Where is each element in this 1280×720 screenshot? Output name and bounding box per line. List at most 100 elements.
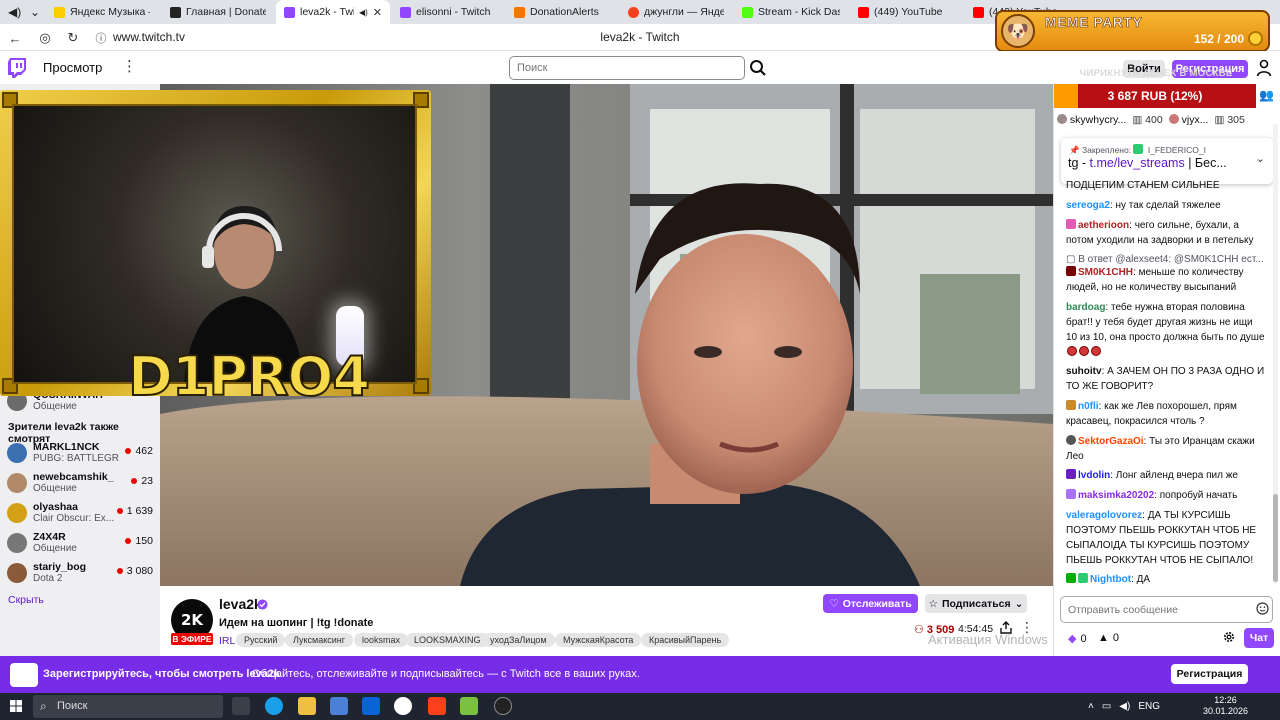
subscribe-button[interactable]: ☆ Подписаться ⌄ xyxy=(925,594,1027,613)
tag-chip[interactable]: Русский xyxy=(236,633,286,647)
chat-username[interactable]: suhoitv xyxy=(1066,366,1102,377)
browser-tab[interactable]: elisonni - Twitch xyxy=(392,0,504,24)
chat-username[interactable]: bardoag xyxy=(1066,302,1105,313)
chat-username[interactable]: lvdolin xyxy=(1078,470,1110,481)
tab-favicon-icon xyxy=(973,6,984,18)
windows-activation-watermark: Активация Windows xyxy=(928,632,1048,647)
sidebar-channel[interactable]: Z4X4R Общение 150 xyxy=(7,530,157,558)
tab-favicon-icon xyxy=(858,6,869,18)
tag-chip[interactable]: looksmax xyxy=(354,633,409,647)
speaker-icon[interactable]: ◀) xyxy=(8,0,21,24)
channel-name: stariy_bog xyxy=(33,561,87,573)
language-indicator[interactable]: ENG xyxy=(1138,701,1160,712)
store-icon[interactable] xyxy=(330,697,348,715)
browser-tab-active[interactable]: leva2k - Twitch ◀) ✕ xyxy=(276,0,390,24)
sidebar-channel[interactable]: newebcamshik_ Общение 23 xyxy=(7,470,157,498)
browser-tab[interactable]: Яндекс Музыка — со xyxy=(46,0,158,24)
sidebar-channel[interactable]: olyashaa Clair Obscur: Ex... 1 639 xyxy=(7,500,157,528)
tag-chip[interactable]: МужскаяКрасота xyxy=(555,633,642,647)
top-chatter[interactable]: skywhycry... xyxy=(1057,114,1126,130)
badge-icon xyxy=(1078,573,1088,583)
volume-icon[interactable]: ◀) xyxy=(1119,701,1130,712)
live-badge: В ЭФИРЕ xyxy=(171,633,213,645)
tab-label: Главная | DonatePay xyxy=(186,6,266,18)
chat-scrollbar-thumb[interactable] xyxy=(1273,494,1278,582)
site-info-icon[interactable]: ⓘ xyxy=(92,29,110,47)
viewer-count: 150 xyxy=(125,535,153,547)
url-field[interactable]: www.twitch.tv xyxy=(113,30,185,44)
search-input[interactable] xyxy=(509,56,745,80)
chevron-up-icon[interactable]: ˄ xyxy=(1088,701,1094,712)
chat-users-icon[interactable]: 👥 xyxy=(1259,88,1274,102)
gear-icon[interactable] xyxy=(1222,630,1236,644)
browser-tab[interactable]: (449) YouTube xyxy=(850,0,962,24)
avatar xyxy=(7,443,27,463)
live-dot-icon xyxy=(125,448,132,454)
app-icon[interactable] xyxy=(460,697,478,715)
browser-tab[interactable]: Главная | DonatePay xyxy=(162,0,274,24)
chat-input[interactable] xyxy=(1060,596,1273,623)
chat-username[interactable]: sereoga2 xyxy=(1066,200,1110,211)
search-icon[interactable] xyxy=(748,58,768,78)
viewer-count: 1 639 xyxy=(116,505,153,517)
yandex-icon[interactable] xyxy=(428,697,446,715)
channel-info: 2K В ЭФИРЕ leva2k Идем на шопинг | !tg !… xyxy=(160,586,1053,656)
reload-icon[interactable]: ↻ xyxy=(64,29,82,47)
protect-icon[interactable]: ◎ xyxy=(36,29,54,47)
channel-name[interactable]: leva2k xyxy=(219,596,262,612)
viewer-count: 23 xyxy=(131,475,153,487)
chat-username[interactable]: maksimka20202 xyxy=(1078,490,1154,501)
chat-username[interactable]: n0fli xyxy=(1078,401,1099,412)
chat-send-button[interactable]: Чат xyxy=(1244,628,1274,648)
pinned-link[interactable]: t.me/lev_streams xyxy=(1090,156,1185,170)
close-tab-icon[interactable]: ✕ xyxy=(373,6,382,19)
live-dot-icon xyxy=(131,478,138,484)
task-view-icon[interactable] xyxy=(232,697,250,715)
tab-label: Яндекс Музыка — со xyxy=(70,6,150,18)
file-explorer-icon[interactable] xyxy=(298,697,316,715)
category-link[interactable]: IRL xyxy=(219,635,235,647)
top-chatter[interactable]: vjyx... xyxy=(1168,114,1208,130)
browser-tab[interactable]: Stream - Kick Dashbo xyxy=(734,0,848,24)
tag-chip[interactable]: Луксмаксинг xyxy=(285,633,354,647)
channel-points[interactable]: ◆ 0 xyxy=(1068,632,1087,646)
chevron-down-icon[interactable]: ⌄ xyxy=(1256,152,1265,165)
sidebar-channel[interactable]: stariy_bog Dota 2 3 080 xyxy=(7,560,157,588)
chat-username[interactable]: aetherioon xyxy=(1078,220,1129,231)
mail-icon[interactable] xyxy=(362,697,380,715)
tag-chip[interactable]: КрасивыйПарень xyxy=(641,633,730,647)
edge-icon[interactable] xyxy=(265,697,283,715)
tab-label: джунгли — Яндекс: н xyxy=(644,6,724,18)
hide-link[interactable]: Скрыть xyxy=(8,594,44,606)
clock[interactable]: 12:26 30.01.2026 xyxy=(1203,695,1248,717)
follow-button[interactable]: ♡ Отслеживать xyxy=(823,594,918,613)
chat-username[interactable]: SektorGazaOi xyxy=(1078,436,1144,447)
browse-link[interactable]: Просмотр xyxy=(43,60,102,75)
tag-chip[interactable]: LOOKSMAXING xyxy=(406,633,489,647)
overlay-text: D1PRO4 xyxy=(127,344,371,409)
tag-chip[interactable]: уходЗаЛицом xyxy=(482,633,555,647)
tab-favicon-icon xyxy=(514,6,525,18)
chat-username[interactable]: valeragolovorez xyxy=(1066,510,1142,521)
browser-tab[interactable]: джунгли — Яндекс: н xyxy=(620,0,732,24)
sidebar-channel[interactable]: MARKL1NCK PUBG: BATTLEGR... 462 xyxy=(7,440,157,468)
channel-name: olyashaa xyxy=(33,501,78,513)
taskbar-search[interactable]: ⌕ Поиск xyxy=(33,695,223,718)
back-icon[interactable]: ← xyxy=(6,29,24,47)
tab-audio-icon[interactable]: ◀) xyxy=(359,8,368,17)
browser-tab[interactable]: DonationAlerts xyxy=(506,0,618,24)
chat-username[interactable]: Nightbot xyxy=(1090,574,1131,585)
emote-picker-icon[interactable] xyxy=(1256,602,1269,615)
twitch-logo-icon[interactable] xyxy=(8,58,26,78)
obs-icon[interactable] xyxy=(494,697,512,715)
chat-username[interactable]: SM0K1CHH xyxy=(1078,267,1133,278)
yandex-browser-icon[interactable] xyxy=(394,697,412,715)
network-icon[interactable]: ▭ xyxy=(1102,701,1111,712)
chat-message: suhoitv: А ЗАЧЕМ ОН ПО 3 РАЗА ОДНО И ТО … xyxy=(1066,366,1265,392)
more-vertical-icon[interactable]: ⋮ xyxy=(122,57,137,75)
pinned-header: 📌 Закреплено: I_FEDERICO_I xyxy=(1069,144,1206,155)
windows-start-icon[interactable] xyxy=(10,700,22,712)
tab-list-icon[interactable]: ⌄ xyxy=(30,0,40,24)
banner-signup-button[interactable]: Регистрация xyxy=(1171,664,1248,684)
bits[interactable]: ▲ 0 xyxy=(1098,632,1119,644)
